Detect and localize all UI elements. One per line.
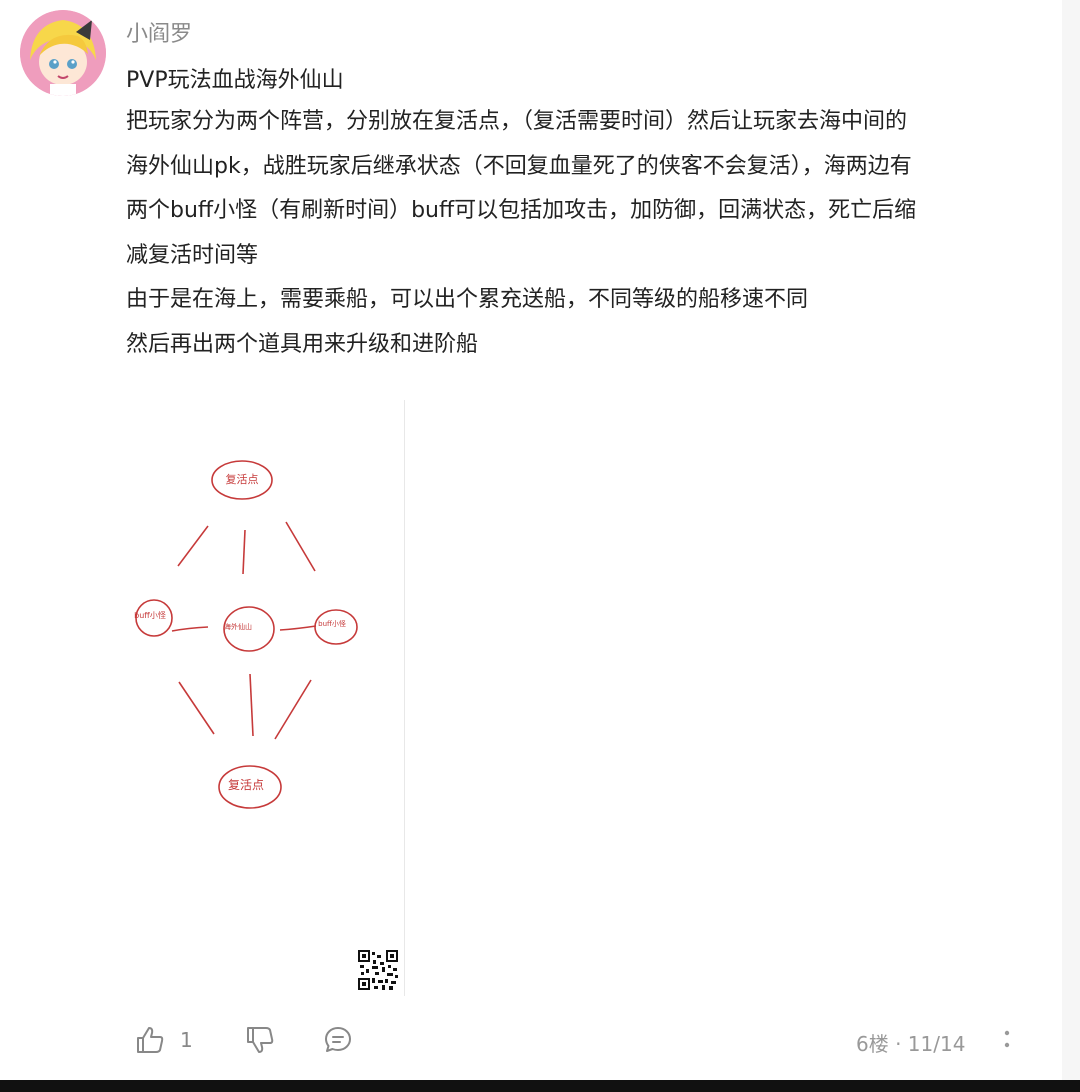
image-divider [404,400,405,996]
thumbs-up-icon [137,1027,164,1053]
sketch-line [242,529,246,575]
post-line: 由于是在海上，需要乘船，可以出个累充送船，不同等级的船移速不同 [126,287,809,312]
sketch-line [171,626,209,632]
comment-button[interactable] [322,1024,354,1056]
dislike-button[interactable] [244,1024,276,1056]
thumbs-down-icon [247,1027,274,1053]
sketch-line [249,673,254,737]
left-buff-label: buff小怪 [134,610,166,620]
post-line: 海外仙山pk，战胜玩家后继承状态（不回复血量死了的侠客不会复活），海两边有 [126,153,912,179]
post-line: 两个buff小怪（有刷新时间）buff可以包括加攻击，加防御，回满状态，死亡后缩 [126,198,917,223]
post-line: 减复活时间等 [126,242,259,268]
scroll-gutter [1062,0,1080,1080]
right-buff-label: buff小怪 [318,619,346,628]
sketch-line [177,525,209,567]
bottom-spawn-label: 复活点 [228,778,264,792]
sketch-line [285,521,316,572]
user-avatar[interactable] [20,10,106,96]
avatar-illustration [20,10,106,96]
post-body: 把玩家分为两个阵营，分别放在复活点，（复活需要时间）然后让玩家去海中间的 海外仙… [126,100,1046,367]
more-icon[interactable] [998,1024,1016,1054]
top-spawn-label: 复活点 [226,472,259,486]
qr-code-icon [358,950,398,990]
attached-sketch-image[interactable]: 复活点 buff小怪 海外仙山 buff小怪 复活点 [126,400,406,996]
map-sketch: 复活点 buff小怪 海外仙山 buff小怪 复活点 [134,460,358,809]
like-button[interactable]: 1 [134,1024,193,1056]
post-action-bar: 1 6楼 · 11/14 [126,1018,1026,1062]
post-line: 然后再出两个道具用来升级和进阶船 [126,331,479,357]
center-island-label: 海外仙山 [224,622,252,631]
sketch-line [178,681,215,735]
post-title: PVP玩法血战海外仙山 [126,68,344,93]
username[interactable]: 小阎罗 [126,16,192,48]
comment-icon [325,1027,351,1052]
bottom-system-bar [0,1080,1080,1092]
floor-and-date: 6楼 · 11/14 [856,1032,966,1056]
post-line: 把玩家分为两个阵营，分别放在复活点，（复活需要时间）然后让玩家去海中间的 [126,109,908,134]
sketch-line [274,679,312,740]
sketch-line [279,625,317,631]
like-count: 1 [180,1028,193,1052]
